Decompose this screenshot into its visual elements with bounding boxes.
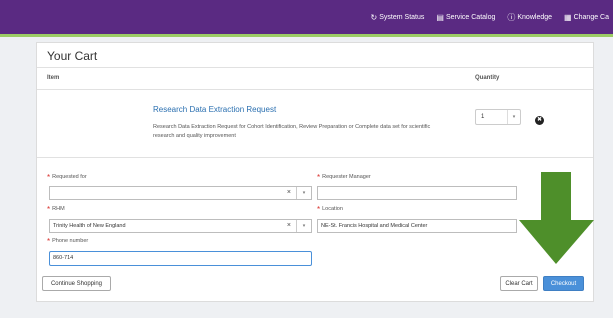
divider [37, 157, 593, 158]
requester-manager-label: * Requester Manager [317, 171, 371, 182]
clear-icon[interactable]: × [287, 189, 291, 196]
location-field[interactable]: NE-St. Francis Hospital and Medical Cent… [317, 219, 517, 233]
phone-number-value: 860-714 [53, 255, 74, 261]
clear-cart-button[interactable]: Clear Cart [500, 276, 538, 291]
rhm-field[interactable]: Trinity Health of New England × ▾ [49, 219, 312, 233]
nav-knowledge-label: Knowledge [517, 13, 553, 21]
nav-system-status-label: System Status [379, 13, 425, 21]
rhm-label: * RHM [47, 203, 65, 214]
quantity-select[interactable]: 1 ▾ [475, 109, 521, 125]
requested-for-field[interactable]: × ▾ [49, 186, 312, 200]
requested-for-label-text: Requested for [52, 174, 87, 180]
required-marker: * [317, 173, 321, 182]
chevron-down-icon[interactable]: ▾ [296, 187, 311, 199]
required-marker: * [47, 237, 51, 246]
book-icon: ▤ [436, 12, 444, 22]
chevron-down-icon[interactable]: ▾ [296, 220, 311, 232]
cart-title: Your Cart [47, 49, 98, 63]
requester-manager-field[interactable] [317, 186, 517, 200]
column-header-quantity: Quantity [475, 75, 500, 81]
phone-number-label: * Phone number [47, 235, 89, 246]
top-navbar: ↻ System Status ▤ Service Catalog ⓘ Know… [0, 0, 613, 34]
refresh-icon: ↻ [370, 12, 378, 22]
requested-for-label: * Requested for [47, 171, 87, 182]
nav-change-calendar[interactable]: ▦ Change Ca [564, 13, 609, 22]
cart-panel: Your Cart Item Quantity Research Data Ex… [36, 42, 594, 302]
divider [37, 67, 593, 68]
checkout-button[interactable]: Checkout [543, 276, 584, 291]
accent-bar [0, 34, 613, 37]
info-icon: ⓘ [507, 12, 516, 22]
location-label: * Location [317, 203, 343, 214]
required-marker: * [47, 205, 51, 214]
required-marker: * [317, 205, 321, 214]
required-marker: * [47, 173, 51, 182]
nav-service-catalog-label: Service Catalog [445, 13, 496, 21]
remove-item-button[interactable]: ✖ [535, 116, 544, 125]
nav-knowledge[interactable]: ⓘ Knowledge [507, 12, 552, 23]
clear-icon[interactable]: × [287, 222, 291, 229]
continue-shopping-button[interactable]: Continue Shopping [42, 276, 111, 291]
column-header-item: Item [47, 75, 60, 81]
cart-item-link[interactable]: Research Data Extraction Request [153, 105, 276, 114]
requester-manager-label-text: Requester Manager [322, 174, 371, 180]
rhm-label-text: RHM [52, 206, 65, 212]
nav-change-calendar-label: Change Ca [573, 13, 609, 21]
close-icon: ✖ [536, 117, 543, 123]
divider [37, 89, 593, 90]
rhm-value: Trinity Health of New England [53, 223, 126, 229]
chevron-down-icon: ▾ [507, 110, 520, 124]
cart-item-description: Research Data Extraction Request for Coh… [153, 124, 431, 139]
calendar-icon: ▦ [564, 12, 572, 22]
top-nav-menu: ↻ System Status ▤ Service Catalog ⓘ Know… [371, 0, 613, 34]
quantity-value: 1 [481, 114, 485, 120]
nav-service-catalog[interactable]: ▤ Service Catalog [436, 13, 495, 22]
phone-number-label-text: Phone number [52, 238, 89, 244]
phone-number-input[interactable]: 860-714 [49, 251, 312, 266]
location-value: NE-St. Francis Hospital and Medical Cent… [321, 223, 428, 229]
location-label-text: Location [322, 206, 343, 212]
nav-system-status[interactable]: ↻ System Status [371, 13, 425, 22]
